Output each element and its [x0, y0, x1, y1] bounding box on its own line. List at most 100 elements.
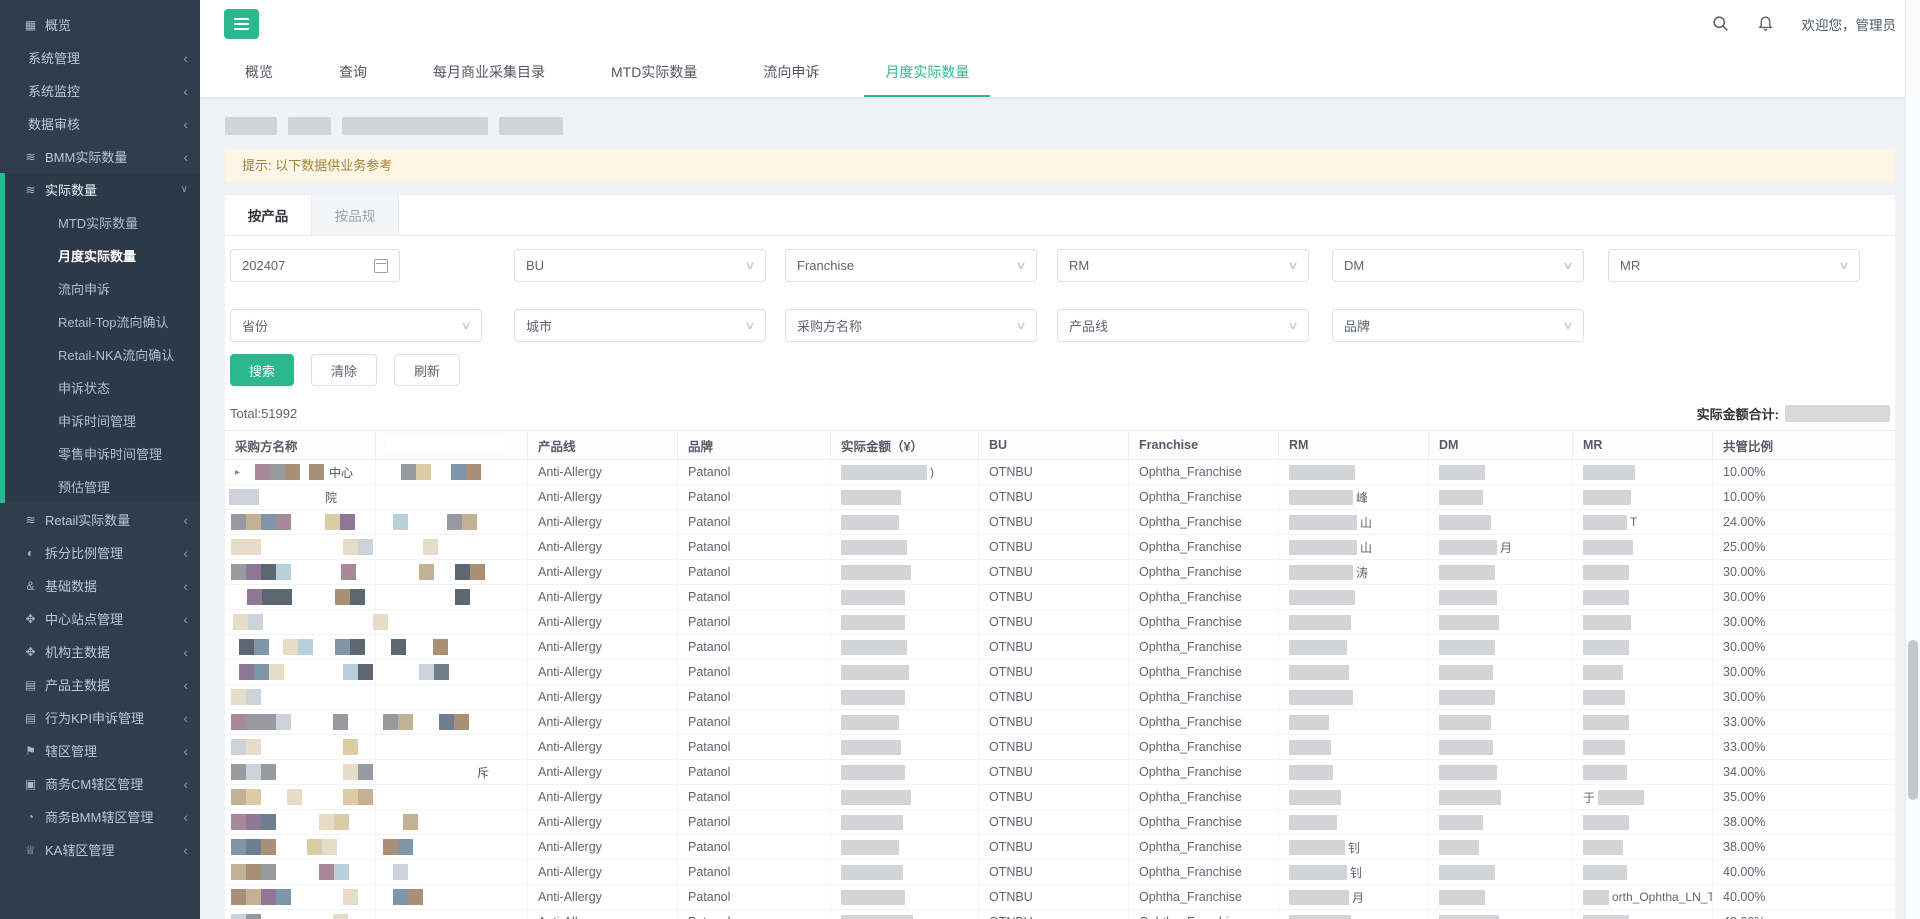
redaction-block: [1439, 490, 1483, 505]
chevron-left-icon: ‹: [183, 51, 188, 65]
redaction-block: [1785, 405, 1890, 422]
mosaic-tile: [419, 664, 434, 680]
filter-select[interactable]: 省份∨: [230, 309, 482, 342]
sidebar-item[interactable]: ▦概览: [0, 8, 200, 41]
mosaic-redaction: [455, 564, 485, 580]
sidebar-item[interactable]: 数据审核‹: [0, 107, 200, 140]
filter-select[interactable]: DM∨: [1332, 249, 1584, 282]
mosaic-redaction: [231, 914, 261, 919]
filter-select-label: 品牌: [1344, 316, 1370, 335]
sidebar-item[interactable]: ≋Retail实际数量‹: [0, 503, 200, 536]
mosaic-tile: [270, 464, 285, 480]
sidebar-item[interactable]: 月度实际数量: [0, 239, 200, 272]
column-header: MR: [1572, 431, 1712, 459]
expand-caret-icon[interactable]: ▸: [235, 467, 240, 478]
mosaic-redaction: [433, 639, 448, 655]
filter-select[interactable]: 产品线∨: [1057, 309, 1309, 342]
ratio-cell: 30.00%: [1712, 610, 1895, 634]
hamburger-menu-button[interactable]: [224, 9, 259, 39]
sidebar-item[interactable]: 申诉状态: [0, 371, 200, 404]
redaction-block: [841, 765, 905, 780]
redacted-column-cell: [375, 560, 527, 584]
mosaic-tile: [246, 714, 261, 730]
redaction-block: [1583, 490, 1631, 505]
redaction-block: [1289, 765, 1333, 780]
filter-select[interactable]: RM∨: [1057, 249, 1309, 282]
mosaic-tile: [231, 839, 246, 855]
sidebar-item[interactable]: 系统管理‹: [0, 41, 200, 74]
sidebar-item[interactable]: MTD实际数量: [0, 206, 200, 239]
filter-select[interactable]: Franchise∨: [785, 249, 1037, 282]
mosaic-tile: [261, 564, 276, 580]
mr-cell: [1572, 460, 1712, 484]
sidebar-item[interactable]: 申诉时间管理: [0, 404, 200, 437]
mr-cell: [1572, 660, 1712, 684]
product-line-cell: Anti-Allergy: [527, 610, 677, 634]
dm-cell: [1428, 910, 1572, 919]
filter-select[interactable]: 采购方名称∨: [785, 309, 1037, 342]
mosaic-tile: [231, 539, 246, 555]
sidebar-item[interactable]: ◔商务BMM辖区管理‹: [0, 800, 200, 833]
sidebar-item[interactable]: 流向申诉: [0, 272, 200, 305]
filter-select[interactable]: 城市∨: [514, 309, 766, 342]
redaction-block: [1598, 790, 1644, 805]
mosaic-tile: [261, 514, 276, 530]
filter-select[interactable]: MR∨: [1608, 249, 1860, 282]
sidebar-item[interactable]: ⚑辖区管理‹: [0, 734, 200, 767]
sidebar-item[interactable]: ▣商务CM辖区管理‹: [0, 767, 200, 800]
amount-cell: [830, 835, 978, 859]
sidebar-item[interactable]: ▤行为KPI申诉管理‹: [0, 701, 200, 734]
chevron-left-icon: ‹: [183, 645, 188, 659]
clear-button[interactable]: 清除: [311, 354, 377, 386]
sidebar-item[interactable]: Retail-Top流向确认: [0, 305, 200, 338]
mosaic-tile: [322, 839, 337, 855]
bell-icon[interactable]: [1757, 15, 1774, 32]
amount-total-label: 实际金额合计:: [1697, 404, 1779, 423]
search-button[interactable]: 搜索: [230, 354, 294, 386]
refresh-button[interactable]: 刷新: [394, 354, 460, 386]
tab-月度实际数量[interactable]: 月度实际数量: [852, 47, 1002, 97]
bu-cell: OTNBU: [978, 810, 1128, 834]
sidebar-item[interactable]: ◐拆分比例管理‹: [0, 536, 200, 569]
sidebar-item[interactable]: ▤产品主数据‹: [0, 668, 200, 701]
mosaic-tile: [246, 889, 261, 905]
inner-tab-按产品[interactable]: 按产品: [225, 195, 311, 235]
sidebar-item[interactable]: ✥机构主数据‹: [0, 635, 200, 668]
partial-text: 月: [1352, 889, 1364, 906]
sidebar-item[interactable]: Retail-NKA流向确认: [0, 338, 200, 371]
filter-select[interactable]: 品牌∨: [1332, 309, 1584, 342]
franchise-cell: Ophtha_Franchise: [1128, 510, 1278, 534]
chevron-left-icon: ‹: [183, 546, 188, 560]
redaction-block: [1289, 515, 1357, 530]
monitor-icon: ▣: [22, 777, 39, 791]
mosaic-redaction: [455, 589, 470, 605]
tab-概览[interactable]: 概览: [212, 47, 306, 97]
bu-cell: OTNBU: [978, 610, 1128, 634]
tab-MTD实际数量[interactable]: MTD实际数量: [578, 47, 730, 97]
tab-流向申诉[interactable]: 流向申诉: [730, 47, 852, 97]
search-icon[interactable]: [1712, 15, 1729, 32]
sidebar-item[interactable]: &基础数据‹: [0, 569, 200, 602]
results-table: 采购方名称产品线品牌实际金额（¥）BUFranchiseRMDMMR共管比例 ▸…: [225, 430, 1895, 919]
sidebar-item[interactable]: ♕KA辖区管理‹: [0, 833, 200, 866]
sidebar-item[interactable]: 系统监控‹: [0, 74, 200, 107]
product-line-cell: Anti-Allergy: [527, 660, 677, 684]
period-date-picker[interactable]: 202407: [230, 249, 400, 282]
filter-row-2: 省份∨ 城市∨ 采购方名称∨ 产品线∨ 品牌∨: [225, 296, 1895, 342]
tab-每月商业采集目录[interactable]: 每月商业采集目录: [400, 47, 578, 97]
mosaic-tile: [246, 914, 261, 919]
sidebar-item[interactable]: 预估管理: [0, 470, 200, 503]
scrollbar-thumb[interactable]: [1908, 640, 1918, 800]
sidebar-item[interactable]: ✥中心站点管理‹: [0, 602, 200, 635]
tab-查询[interactable]: 查询: [306, 47, 400, 97]
amount-cell: [830, 635, 978, 659]
mr-cell: [1572, 835, 1712, 859]
inner-tab-按品规[interactable]: 按品规: [311, 195, 399, 235]
sidebar-item[interactable]: ≋BMM实际数量‹: [0, 140, 200, 173]
welcome-text: 欢迎您，管理员: [1802, 14, 1897, 34]
sidebar-item[interactable]: 零售申诉时间管理: [0, 437, 200, 470]
flag-icon: ⚑: [22, 744, 39, 758]
mosaic-redaction: [335, 639, 365, 655]
sidebar-item[interactable]: ≋实际数量∨: [0, 173, 200, 206]
filter-select[interactable]: BU∨: [514, 249, 766, 282]
